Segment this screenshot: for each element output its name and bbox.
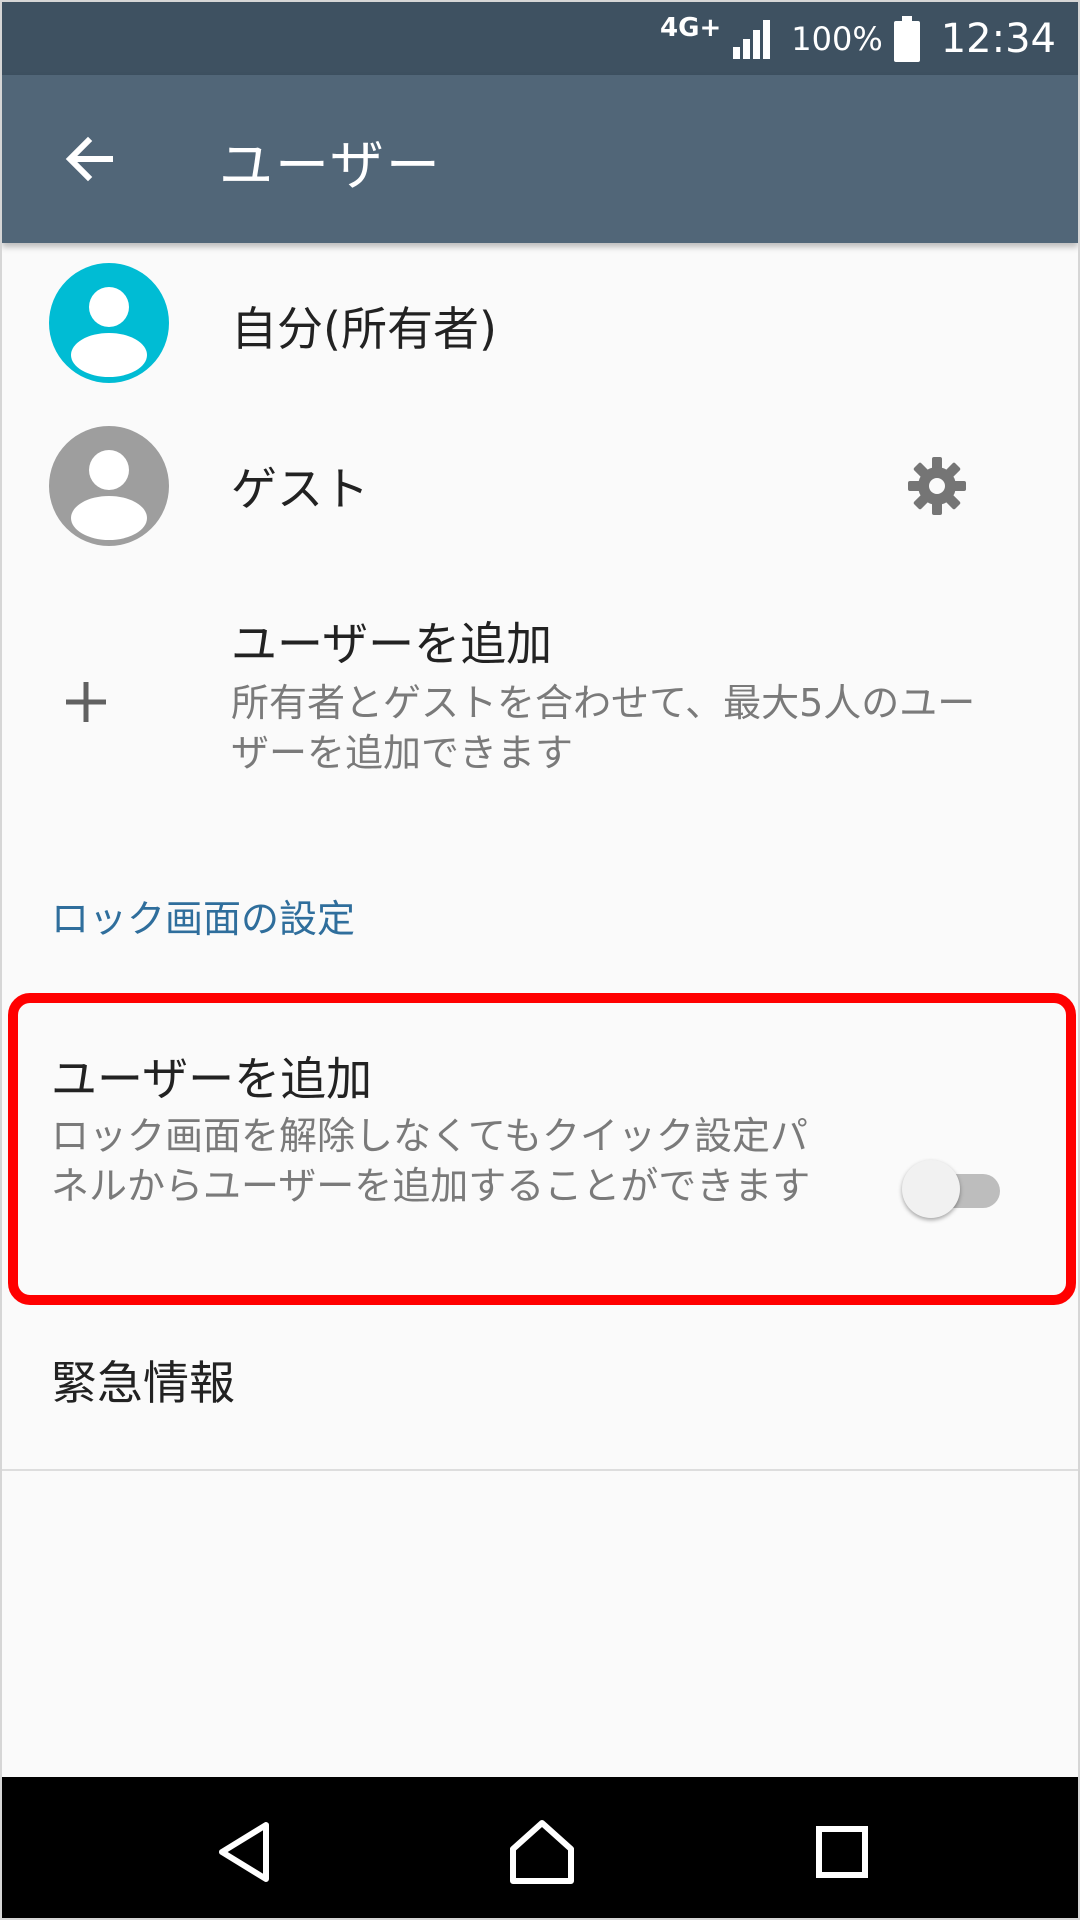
status-icons: 4G+ 100% 12:34 (660, 2, 1056, 75)
lock-screen-add-user-row[interactable]: ユーザーを追加 ロック画面を解除しなくてもクイック設定パネルからユーザーを追加す… (2, 1003, 1078, 1293)
battery-icon (893, 15, 921, 63)
owner-avatar-icon (49, 263, 169, 383)
toggle-thumb (902, 1160, 960, 1218)
app-bar: ユーザー (2, 75, 1078, 243)
lock-screen-section-header: ロック画面の設定 (51, 897, 356, 941)
divider (2, 1469, 1078, 1471)
user-row-guest[interactable]: ゲスト (2, 403, 1078, 563)
add-user-description: 所有者とゲストを合わせて、最大5人のユーザーを追加できます (231, 681, 976, 775)
signal-icon (731, 17, 775, 61)
clock: 12:34 (940, 15, 1056, 62)
nav-home-icon[interactable] (497, 1807, 587, 1897)
add-user-title: ユーザーを追加 (231, 617, 553, 671)
add-user-row[interactable]: ユーザーを追加 所有者とゲストを合わせて、最大5人のユーザーを追加できます (2, 608, 1078, 808)
add-user-toggle[interactable] (902, 1160, 1002, 1218)
lock-screen-add-user-title: ユーザーを追加 (51, 1052, 373, 1106)
owner-label: 自分(所有者) (231, 302, 497, 356)
user-row-owner[interactable]: 自分(所有者) (2, 243, 1078, 403)
navigation-bar (2, 1777, 1078, 1918)
gear-icon[interactable] (904, 453, 970, 519)
nav-recents-icon[interactable] (797, 1807, 887, 1897)
screen: 4G+ 100% 12:34 ユーザー 自分(所有者) ゲスト ユーザーを追加 … (0, 0, 1080, 1920)
lock-screen-add-user-description: ロック画面を解除しなくてもクイック設定パネルからユーザーを追加することができます (51, 1114, 811, 1208)
page-title: ユーザー (219, 134, 442, 197)
status-bar: 4G+ 100% 12:34 (2, 2, 1078, 75)
battery-percent: 100% (791, 19, 883, 58)
emergency-info-label: 緊急情報 (51, 1356, 235, 1410)
emergency-info-row[interactable]: 緊急情報 (2, 1343, 1078, 1473)
plus-icon (62, 678, 110, 726)
guest-label: ゲスト (231, 462, 369, 516)
guest-avatar-icon (49, 426, 169, 546)
network-type: 4G+ (660, 12, 722, 43)
back-arrow-icon[interactable] (58, 127, 122, 191)
nav-back-icon[interactable] (200, 1807, 290, 1897)
